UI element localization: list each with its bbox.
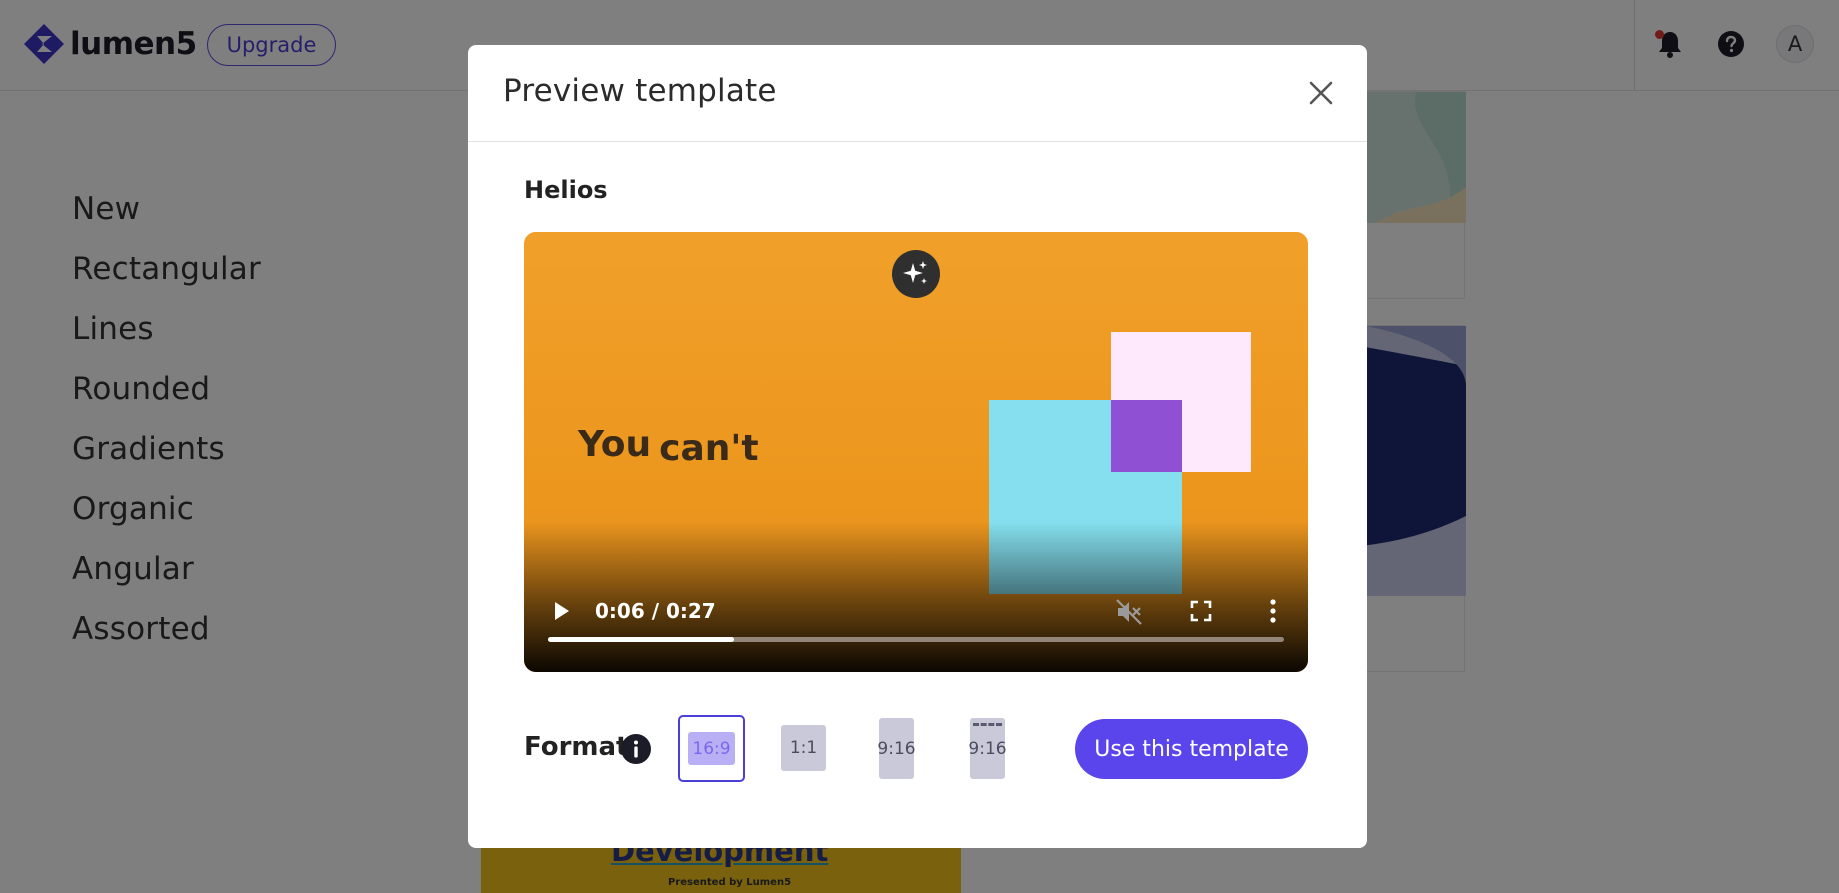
video-progress-bar[interactable]: [548, 637, 1284, 642]
mute-button[interactable]: [1114, 597, 1144, 627]
format-info-button[interactable]: [620, 733, 652, 765]
sparkle-icon: [903, 261, 927, 284]
format-option-1-1[interactable]: 1:1: [781, 725, 826, 771]
format-label: Format: [524, 732, 629, 762]
modal-title: Preview template: [503, 73, 777, 109]
template-video-player[interactable]: You can't 0:06 / 0:27: [524, 232, 1308, 672]
magic-button[interactable]: [892, 250, 940, 298]
info-icon: [621, 734, 651, 764]
preview-template-modal: Preview template Helios You can't 0:06 /…: [468, 45, 1367, 848]
format-option-9-16[interactable]: 9:16: [877, 718, 916, 779]
volume-muted-icon: [1116, 599, 1142, 625]
video-shape-purple: [1111, 400, 1182, 472]
more-vertical-icon: [1270, 599, 1276, 623]
safe-zone-dashes: [973, 723, 1002, 726]
video-caption-word: You: [578, 424, 652, 465]
video-time: 0:06 / 0:27: [595, 599, 716, 623]
format-option-16-9[interactable]: 16:9: [678, 715, 745, 782]
play-icon: [555, 602, 569, 620]
format-option-9-16-safe[interactable]: 9:16: [968, 718, 1007, 779]
modal-header: Preview template: [468, 45, 1367, 142]
format-option-preview: 9:16: [968, 718, 1007, 779]
video-controls-gradient: [524, 522, 1308, 672]
format-option-label: 9:16: [877, 718, 916, 779]
fullscreen-icon: [1190, 600, 1212, 622]
close-button[interactable]: [1306, 78, 1336, 108]
video-caption: You can't: [578, 424, 759, 469]
close-icon: [1309, 81, 1333, 105]
template-name: Helios: [524, 176, 608, 204]
fullscreen-button[interactable]: [1188, 598, 1214, 624]
video-progress-fill: [548, 637, 735, 642]
format-option-label: 9:16: [968, 738, 1007, 759]
video-caption-word: can't: [659, 428, 759, 469]
play-button[interactable]: [548, 598, 574, 624]
more-options-button[interactable]: [1260, 597, 1286, 625]
format-option-label: 16:9: [688, 732, 735, 765]
format-option-label: 1:1: [781, 725, 826, 771]
use-this-template-button[interactable]: Use this template: [1075, 719, 1308, 779]
